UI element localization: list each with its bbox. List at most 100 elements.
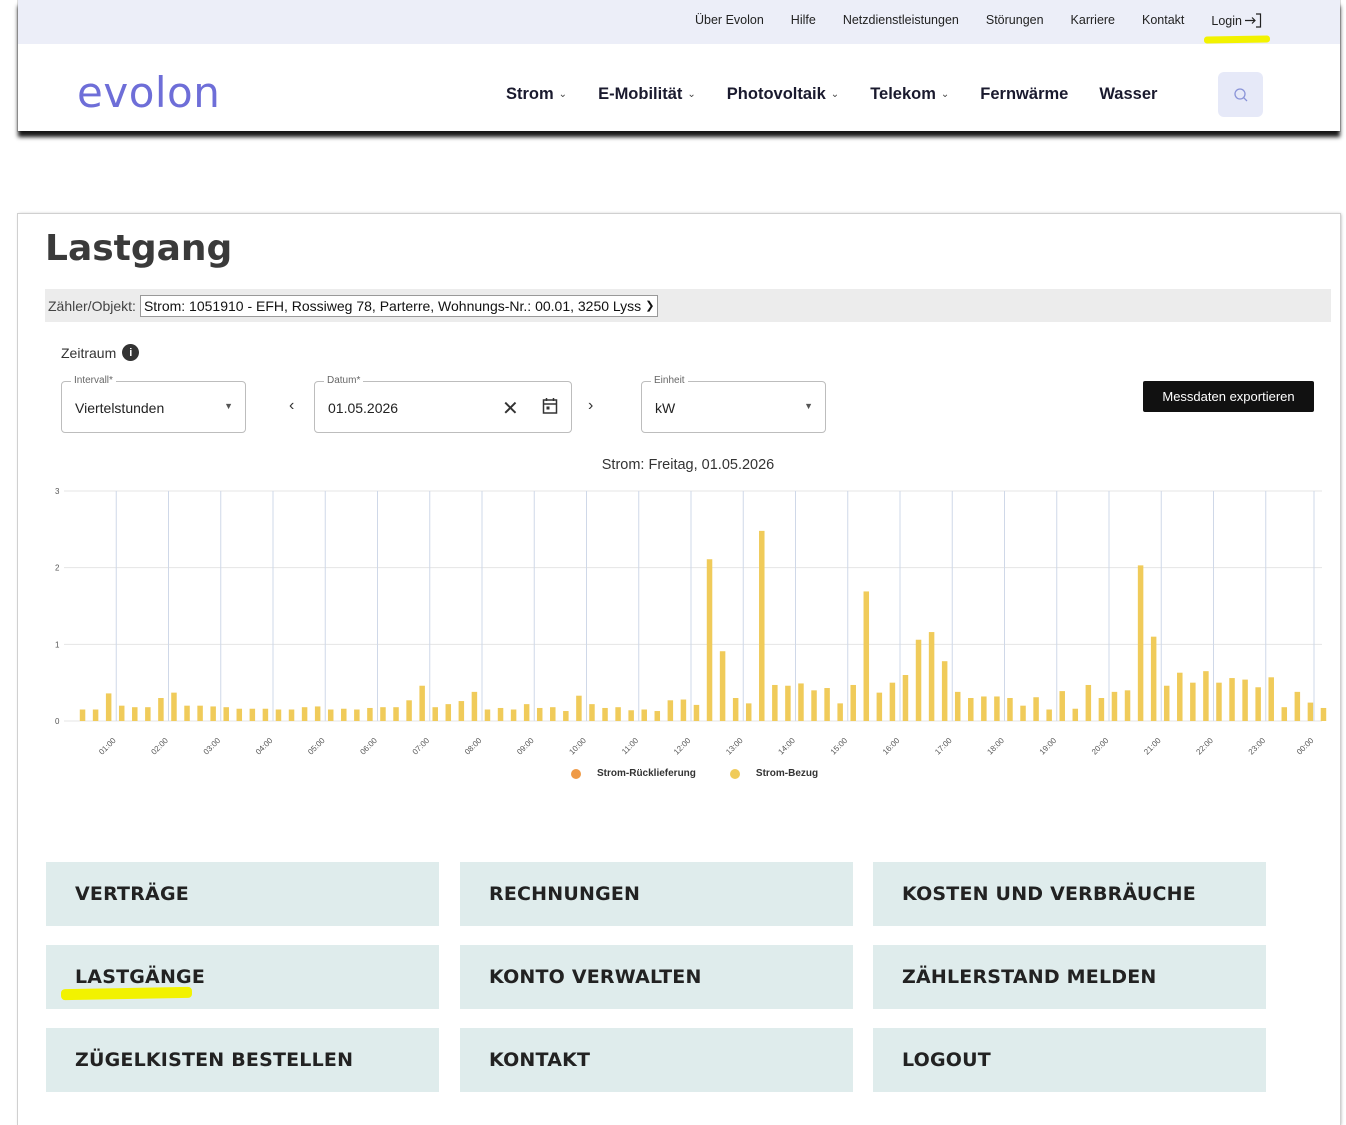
bar-strom-bezug xyxy=(745,703,752,721)
next-date-button[interactable]: › xyxy=(588,397,593,415)
x-tick-label: 06:00 xyxy=(358,736,379,757)
nav-item-e-mobilitaet[interactable]: E-Mobilität ⌄ xyxy=(598,85,696,104)
evolon-logo[interactable]: evolon xyxy=(77,68,220,117)
legend-item-bezug[interactable]: Strom-Bezug xyxy=(729,768,818,779)
bar-strom-bezug xyxy=(1242,679,1248,721)
export-button[interactable]: Messdaten exportieren xyxy=(1143,381,1314,412)
clear-icon[interactable]: ✕ xyxy=(502,396,519,421)
legend-item-ruecklieferung[interactable]: Strom-Rücklieferung xyxy=(571,768,696,779)
bar-strom-bezug xyxy=(1007,698,1013,721)
datum-field[interactable]: Datum* 01.05.2026 ✕ xyxy=(314,375,572,433)
legend-dot-bezug xyxy=(729,768,740,779)
bar-strom-bezug xyxy=(1072,708,1079,721)
bar-strom-bezug xyxy=(1203,671,1209,721)
bar-strom-bezug xyxy=(1216,682,1222,721)
tile-zuegelkisten-bestellen[interactable]: ZÜGELKISTEN BESTELLEN xyxy=(46,1028,439,1092)
tile-konto-verwalten[interactable]: KONTO VERWALTEN xyxy=(460,945,853,1009)
bar-strom-bezug xyxy=(1163,685,1170,721)
x-tick-label: 12:00 xyxy=(672,736,693,757)
bar-strom-bezug xyxy=(994,696,1000,721)
meter-select[interactable]: Strom: 1051910 - EFH, Rossiweg 78, Parte… xyxy=(139,294,659,317)
meter-label: Zähler/Objekt: xyxy=(48,297,136,314)
link-kontakt[interactable]: Kontakt xyxy=(1142,13,1184,28)
legend-label: Strom-Rücklieferung xyxy=(597,768,696,779)
bar-strom-bezug xyxy=(1320,707,1327,721)
y-tick-label: 1 xyxy=(55,640,60,649)
info-icon[interactable]: i xyxy=(122,344,140,361)
tile-kosten-verbraeuche[interactable]: KOSTEN UND VERBRÄUCHE xyxy=(873,862,1266,926)
x-tick-label: 05:00 xyxy=(306,736,327,757)
bar-strom-bezug xyxy=(471,691,478,721)
highlight-marker xyxy=(60,986,193,1001)
tile-kontakt[interactable]: KONTAKT xyxy=(460,1028,853,1092)
x-tick-label: 17:00 xyxy=(933,736,954,757)
nav-item-photovoltaik[interactable]: Photovoltaik ⌄ xyxy=(727,85,839,104)
link-netzdienstleistungen[interactable]: Netzdienstleistungen xyxy=(843,13,959,28)
tile-zaehlerstand-melden[interactable]: ZÄHLERSTAND MELDEN xyxy=(873,945,1266,1009)
nav-item-telekom[interactable]: Telekom ⌄ xyxy=(870,85,949,104)
login-link[interactable]: Login xyxy=(1211,13,1262,28)
nav-item-strom[interactable]: Strom ⌄ xyxy=(506,85,567,104)
y-tick-label: 3 xyxy=(55,487,60,496)
datum-value: 01.05.2026 xyxy=(328,400,399,416)
bar-strom-bezug xyxy=(419,685,425,721)
bar-strom-bezug xyxy=(837,703,843,721)
search-button[interactable] xyxy=(1218,72,1263,117)
bar-strom-bezug xyxy=(327,709,334,721)
nav-item-label: Wasser xyxy=(1099,85,1158,103)
bar-strom-bezug xyxy=(667,700,674,721)
bar-strom-bezug xyxy=(132,707,138,721)
bar-strom-bezug xyxy=(981,696,987,721)
bar-strom-bezug xyxy=(576,695,582,721)
x-tick-label: 13:00 xyxy=(724,736,745,757)
nav-item-label: Photovoltaik xyxy=(726,85,826,103)
link-hilfe[interactable]: Hilfe xyxy=(791,13,816,28)
bar-strom-bezug xyxy=(523,704,530,721)
bar-strom-bezug xyxy=(654,711,661,721)
x-tick-label: 15:00 xyxy=(829,736,850,757)
bar-strom-bezug xyxy=(563,711,569,721)
link-karriere[interactable]: Karriere xyxy=(1071,13,1115,28)
bar-strom-bezug xyxy=(641,709,647,721)
intervall-label: Intervall* xyxy=(71,375,116,386)
tile-rechnungen[interactable]: RECHNUNGEN xyxy=(460,862,853,926)
tile-logout[interactable]: LOGOUT xyxy=(873,1028,1266,1092)
x-tick-label: 18:00 xyxy=(985,736,1006,757)
bar-strom-bezug xyxy=(1124,690,1131,721)
tile-vertraege[interactable]: VERTRÄGE xyxy=(46,862,439,926)
nav-item-wasser[interactable]: Wasser xyxy=(1099,85,1157,104)
x-tick-label: 02:00 xyxy=(149,736,170,757)
nav-item-label: Strom xyxy=(506,85,554,103)
bar-strom-bezug xyxy=(288,709,295,721)
bar-strom-bezug xyxy=(105,693,112,721)
load-profile-chart: 0 1 2 3 01:00 02:00 03:00 04:00 05:00 06:00 07:00 0… xyxy=(55,487,1327,757)
bar-strom-bezug xyxy=(772,684,778,721)
link-stoerungen[interactable]: Störungen xyxy=(986,13,1044,28)
nav-item-fernwaerme[interactable]: Fernwärme xyxy=(980,85,1068,104)
meter-selector-bar: Zähler/Objekt: Strom: 1051910 - EFH, Ros… xyxy=(45,289,1331,322)
bar-strom-bezug xyxy=(145,707,151,721)
highlight-marker xyxy=(1203,35,1271,44)
bar-strom-bezug xyxy=(706,559,713,721)
intervall-select[interactable]: Intervall* Viertelstunden ▼ xyxy=(61,375,246,433)
bar-strom-bezug xyxy=(1307,702,1314,721)
chevron-down-icon: ⌄ xyxy=(830,89,840,100)
x-tick-label: 01:00 xyxy=(97,736,118,757)
bar-strom-bezug xyxy=(275,709,282,721)
tile-lastgaenge[interactable]: LASTGÄNGE xyxy=(46,945,439,1009)
link-ueber-evolon[interactable]: Über Evolon xyxy=(695,13,764,28)
bar-strom-bezug xyxy=(824,688,830,721)
chart-title: Strom: Freitag, 01.05.2026 xyxy=(601,457,775,473)
bar-strom-bezug xyxy=(693,704,700,721)
legend-dot-ruecklieferung xyxy=(571,768,581,779)
einheit-label: Einheit xyxy=(651,375,688,386)
calendar-icon[interactable] xyxy=(542,397,558,415)
bar-strom-bezug xyxy=(798,683,804,721)
einheit-value: kW xyxy=(655,400,676,416)
y-tick-label: 2 xyxy=(55,564,60,573)
einheit-select[interactable]: Einheit kW ▼ xyxy=(641,375,826,433)
previous-date-button[interactable]: ‹ xyxy=(289,397,294,415)
x-tick-label: 11:00 xyxy=(620,736,640,756)
nav-menu: Strom ⌄ E-Mobilität ⌄ Photovoltaik ⌄ Teleko… xyxy=(506,85,1188,104)
main-nav: evolon Strom ⌄ E-Mobilität ⌄ Photovoltaik ⌄… xyxy=(18,44,1340,131)
